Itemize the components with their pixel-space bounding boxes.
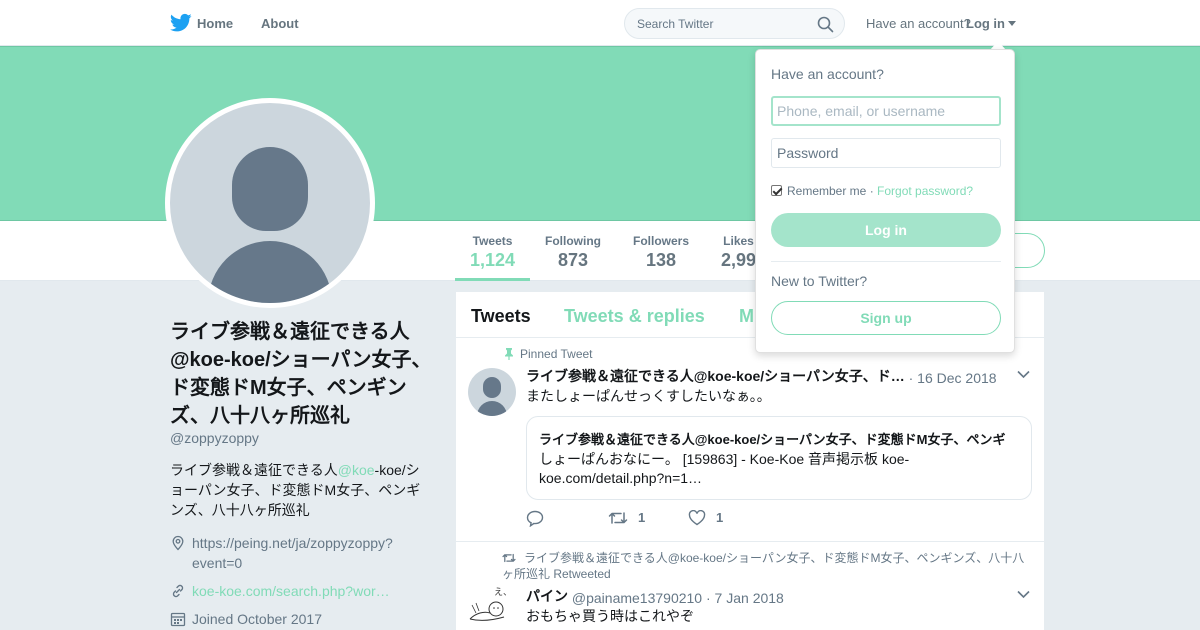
stat-label: Likes <box>723 234 754 248</box>
login-dropdown: Have an account? Phone, email, or userna… <box>755 49 1015 353</box>
retweet-icon <box>502 553 516 563</box>
profile-location: https://peing.net/ja/zoppyzoppy?event=0 <box>170 533 430 573</box>
avatar-head <box>483 377 501 398</box>
profile-website: koe-koe.com/search.php?wor… <box>170 581 430 601</box>
card-description: しょーぱんおなにー。 [159863] - Koe-Koe 音声掲示板 koe-… <box>539 451 910 486</box>
website-link[interactable]: koe-koe.com/search.php?wor… <box>192 581 430 601</box>
location-text: https://peing.net/ja/zoppyzoppy?event=0 <box>192 535 393 571</box>
svg-text:え、: え、 <box>494 587 512 598</box>
login-button[interactable]: Log in <box>771 213 1001 247</box>
stat-following[interactable]: Following 873 <box>545 234 601 271</box>
profile-handle[interactable]: @zoppyzoppy <box>170 430 259 446</box>
bio-text: ライブ参戦＆遠征できる人 <box>170 462 338 478</box>
tweet-date[interactable]: · 16 Dec 2018 <box>909 370 997 386</box>
profile-joined: Joined October 2017 <box>170 609 430 629</box>
nav-about-link[interactable]: About <box>261 16 299 31</box>
link-card[interactable]: ライブ参戦＆遠征できる人@koe-koe/ショーパン女子、ド変態ドM女子、ペンギ… <box>526 416 1032 500</box>
remember-label[interactable]: Remember me <box>787 184 866 198</box>
profile-bio: ライブ参戦＆遠征できる人@koe-koe/ショーパン女子、ド変態ドM女子、ペンギ… <box>170 460 430 520</box>
profile-name[interactable]: ライブ参戦＆遠征できる人@koe-koe/ショーパン女子、ド変態ドM女子、ペンギ… <box>170 318 435 430</box>
tweet-author-name[interactable]: パイン <box>526 586 568 606</box>
stat-label: Tweets <box>472 234 513 248</box>
search-input[interactable]: Search Twitter <box>637 17 713 31</box>
stat-tweets[interactable]: Tweets 1,124 <box>470 234 515 271</box>
top-nav: Home About Search Twitter Have an accoun… <box>0 0 1200 46</box>
dropdown-divider <box>771 261 1001 262</box>
login-dropdown-toggle[interactable]: Log in <box>966 16 1005 31</box>
chevron-down-icon[interactable] <box>1017 370 1030 379</box>
twitter-bird-icon[interactable] <box>170 13 192 33</box>
retweeted-by-line: ライブ参戦＆遠征できる人@koe-koe/ショーパン女子、ド変態ドM女子、ペンギ… <box>502 550 1032 582</box>
stat-label: Following <box>545 234 601 248</box>
chevron-down-icon[interactable] <box>1008 21 1016 26</box>
tweet-author-name[interactable]: ライブ参戦＆遠征できる人@koe-koe/ショーパン女子、ド… <box>526 366 905 386</box>
tweet-header: パイン @painame13790210 · 7 Jan 2018 <box>526 586 784 606</box>
dropdown-title: Have an account? <box>771 66 884 82</box>
remember-checkbox[interactable] <box>771 185 782 196</box>
stat-value: 873 <box>557 250 589 270</box>
stat-value: 138 <box>645 250 677 270</box>
stat-value: 2,99 <box>721 250 757 270</box>
tweet-avatar[interactable]: え、 <box>468 585 516 625</box>
stat-label: Followers <box>633 234 690 248</box>
username-field[interactable]: Phone, email, or username <box>771 96 1001 126</box>
pin-icon <box>505 348 513 360</box>
have-account-label: Have an account? <box>866 16 971 31</box>
tab-tweets[interactable]: Tweets <box>471 306 531 327</box>
tweet-text: おもちゃ買う時はこれやぞ <box>526 608 694 624</box>
location-icon <box>172 535 184 551</box>
tweet-date[interactable]: · 7 Jan 2018 <box>706 590 784 606</box>
pinned-text: Pinned Tweet <box>520 347 593 361</box>
retweeted-by-text[interactable]: ライブ参戦＆遠征できる人@koe-koe/ショーパン女子、ド変態ドM女子、ペンギ… <box>502 551 1024 581</box>
nav-home-link[interactable]: Home <box>197 16 233 31</box>
stat-likes[interactable]: Likes 2,99 <box>721 234 756 271</box>
search-box[interactable]: Search Twitter <box>624 8 845 39</box>
calendar-icon <box>170 612 186 627</box>
password-field[interactable]: Password <box>771 138 1001 168</box>
remember-row: Remember me · Forgot password? <box>771 184 973 198</box>
stat-value: 1,124 <box>470 250 516 270</box>
forgot-password-link[interactable]: Forgot password? <box>877 184 973 198</box>
chevron-down-icon[interactable] <box>1017 590 1030 599</box>
reply-button[interactable] <box>526 510 554 528</box>
reply-icon <box>526 510 544 528</box>
like-count: 1 <box>716 510 724 525</box>
tweet-header: ライブ参戦＆遠征できる人@koe-koe/ショーパン女子、ド… · 16 Dec… <box>526 366 1006 386</box>
card-title: ライブ参戦＆遠征できる人@koe-koe/ショーパン女子、ド変態ドM女子、ペンギ <box>539 432 1006 447</box>
retweet-count: 1 <box>638 510 646 525</box>
signup-button[interactable]: Sign up <box>771 301 1001 335</box>
tweet-author-handle[interactable]: @painame13790210 <box>572 590 702 606</box>
retweet-button[interactable]: 1 <box>608 510 645 526</box>
tab-tweets-replies[interactable]: Tweets & replies <box>564 306 705 327</box>
like-button[interactable]: 1 <box>688 509 724 526</box>
tab-media[interactable]: M <box>739 306 754 327</box>
tweet-text: またしょーぱんせっくすしたいなぁ。。 <box>526 388 771 404</box>
tweet-avatar[interactable] <box>468 368 516 416</box>
tweet-divider <box>456 541 1044 542</box>
avatar-body <box>208 241 332 303</box>
joined-text: Joined October 2017 <box>192 611 322 627</box>
separator-dot: · <box>866 184 878 198</box>
stat-followers[interactable]: Followers 138 <box>633 234 689 271</box>
bio-mention-link[interactable]: @koe <box>338 462 375 478</box>
pinned-label: Pinned Tweet <box>504 347 593 361</box>
avatar-body <box>477 401 507 416</box>
search-icon[interactable] <box>817 16 834 33</box>
heart-icon <box>688 509 706 526</box>
new-to-twitter-label: New to Twitter? <box>771 273 868 289</box>
active-tab-indicator <box>455 278 530 281</box>
retweet-icon <box>608 512 628 524</box>
avatar-head <box>232 147 308 231</box>
profile-avatar[interactable] <box>165 98 375 308</box>
link-icon <box>172 584 184 598</box>
